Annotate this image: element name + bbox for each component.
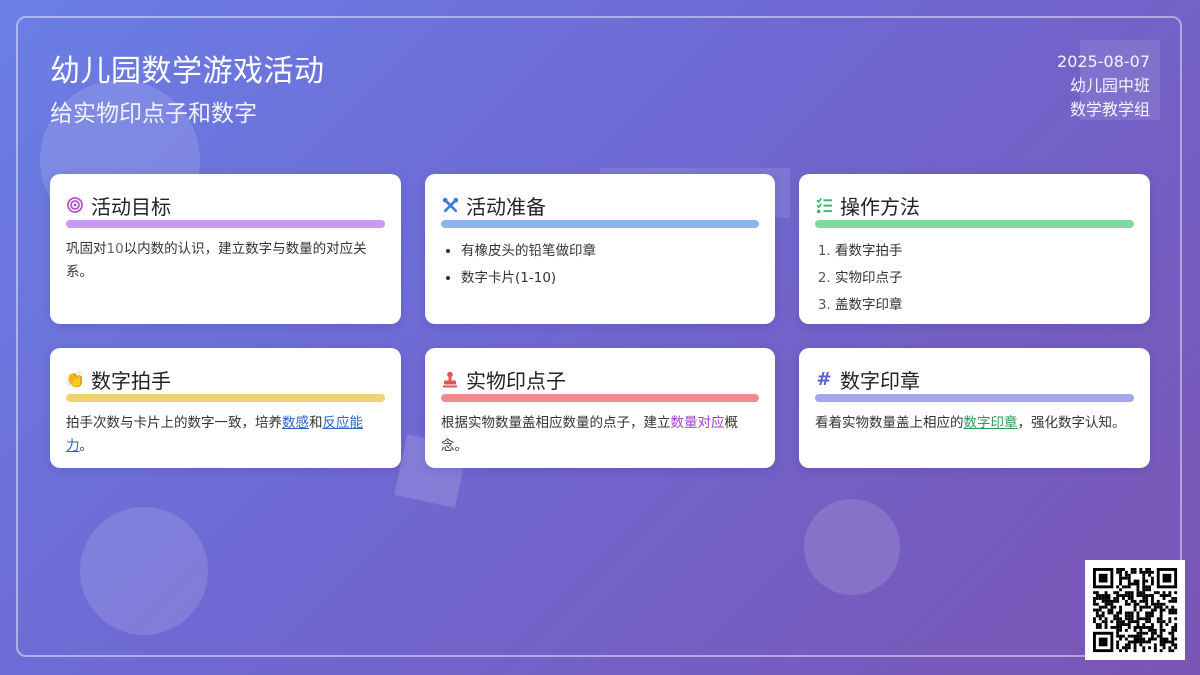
meta-class: 幼儿园中班 (1069, 76, 1150, 95)
card-activity-goal: 活动目标 巩固对10以内数的认识，建立数字与数量的对应关系。 (50, 174, 401, 324)
list-item: 盖数字印章 (835, 292, 1134, 319)
body-text: 根据实物数量盖相应数量的点子，建立 (441, 415, 671, 431)
decor-circle-bottom-mid (804, 499, 900, 595)
accent-bar (66, 394, 385, 402)
accent-bar (66, 220, 385, 228)
card-body: 有橡皮头的铅笔做印章 数字卡片(1-10) (441, 238, 759, 292)
accent-bar (815, 394, 1134, 402)
card-preparation: 活动准备 有橡皮头的铅笔做印章 数字卡片(1-10) (425, 174, 775, 324)
stamp-icon (441, 370, 459, 388)
card-title: 活动目标 (91, 194, 171, 219)
highlight-link[interactable]: 数感 (282, 415, 309, 431)
card-body: 根据实物数量盖相应数量的点子，建立数量对应概念。 (441, 412, 759, 458)
accent-bar (441, 220, 759, 228)
card-body: 拍手次数与卡片上的数字一致，培养数感和反应能力。 (66, 412, 385, 458)
body-text: 看着实物数量盖上相应的 (815, 415, 964, 431)
card-number-clap: 👏 数字拍手 拍手次数与卡片上的数字一致，培养数感和反应能力。 (50, 348, 401, 468)
card-number-stamp: # 数字印章 看着实物数量盖上相应的数字印章，强化数字认知。 (799, 348, 1150, 468)
card-header: 实物印点子 (441, 366, 759, 393)
card-title: 数字拍手 (91, 368, 171, 393)
materials-list: 有橡皮头的铅笔做印章 数字卡片(1-10) (441, 238, 759, 292)
highlight-link[interactable]: 数字印章 (964, 415, 1018, 431)
target-icon (66, 196, 84, 214)
highlight-text: 数量对应 (670, 415, 725, 431)
accent-bar (441, 394, 759, 402)
body-text: 。 (79, 438, 94, 454)
body-text: 和 (309, 415, 323, 431)
list-item: 数字卡片(1-10) (461, 265, 759, 292)
card-header: 👏 数字拍手 (65, 366, 385, 393)
meta-date: 2025-08-07 (1057, 52, 1150, 71)
page-title: 幼儿园数学游戏活动 (50, 54, 325, 89)
clapping-hands-icon: 👏 (65, 369, 85, 389)
card-body: 看着实物数量盖上相应的数字印章，强化数字认知。 (815, 412, 1134, 435)
body-number: 10 (106, 241, 124, 257)
accent-bar (815, 220, 1134, 228)
qr-code-graphic (1093, 568, 1178, 653)
steps-list: 看数字拍手 实物印点子 盖数字印章 (815, 238, 1134, 319)
card-header: 操作方法 (815, 192, 1134, 219)
card-header: # 数字印章 (815, 366, 1134, 393)
card-title: 实物印点子 (466, 368, 566, 393)
checklist-icon (815, 196, 833, 214)
card-body: 看数字拍手 实物印点子 盖数字印章 (815, 238, 1134, 319)
meta-info: 2025-08-07 幼儿园中班 数学教学组 (1057, 50, 1150, 122)
body-text: 巩固对 (66, 241, 107, 257)
list-item: 看数字拍手 (835, 238, 1134, 265)
list-item: 实物印点子 (835, 265, 1134, 292)
card-object-dots: 实物印点子 根据实物数量盖相应数量的点子，建立数量对应概念。 (425, 348, 775, 468)
tools-icon (441, 196, 459, 214)
body-text: 拍手次数与卡片上的数字一致，培养 (66, 415, 282, 431)
decor-circle-bottom-left (80, 507, 208, 635)
card-header: 活动目标 (66, 192, 385, 219)
card-title: 数字印章 (840, 368, 920, 393)
card-body: 巩固对10以内数的认识，建立数字与数量的对应关系。 (66, 238, 385, 284)
hashtag-icon: # (816, 368, 832, 390)
card-method: 操作方法 看数字拍手 实物印点子 盖数字印章 (799, 174, 1150, 324)
card-title: 操作方法 (840, 194, 920, 219)
page-subtitle: 给实物印点子和数字 (50, 101, 257, 127)
card-title: 活动准备 (466, 194, 546, 219)
list-item: 有橡皮头的铅笔做印章 (461, 238, 759, 265)
meta-group: 数学教学组 (1069, 100, 1150, 119)
card-header: 活动准备 (441, 192, 759, 219)
qr-code (1085, 560, 1185, 660)
body-text: ，强化数字认知。 (1017, 415, 1126, 431)
